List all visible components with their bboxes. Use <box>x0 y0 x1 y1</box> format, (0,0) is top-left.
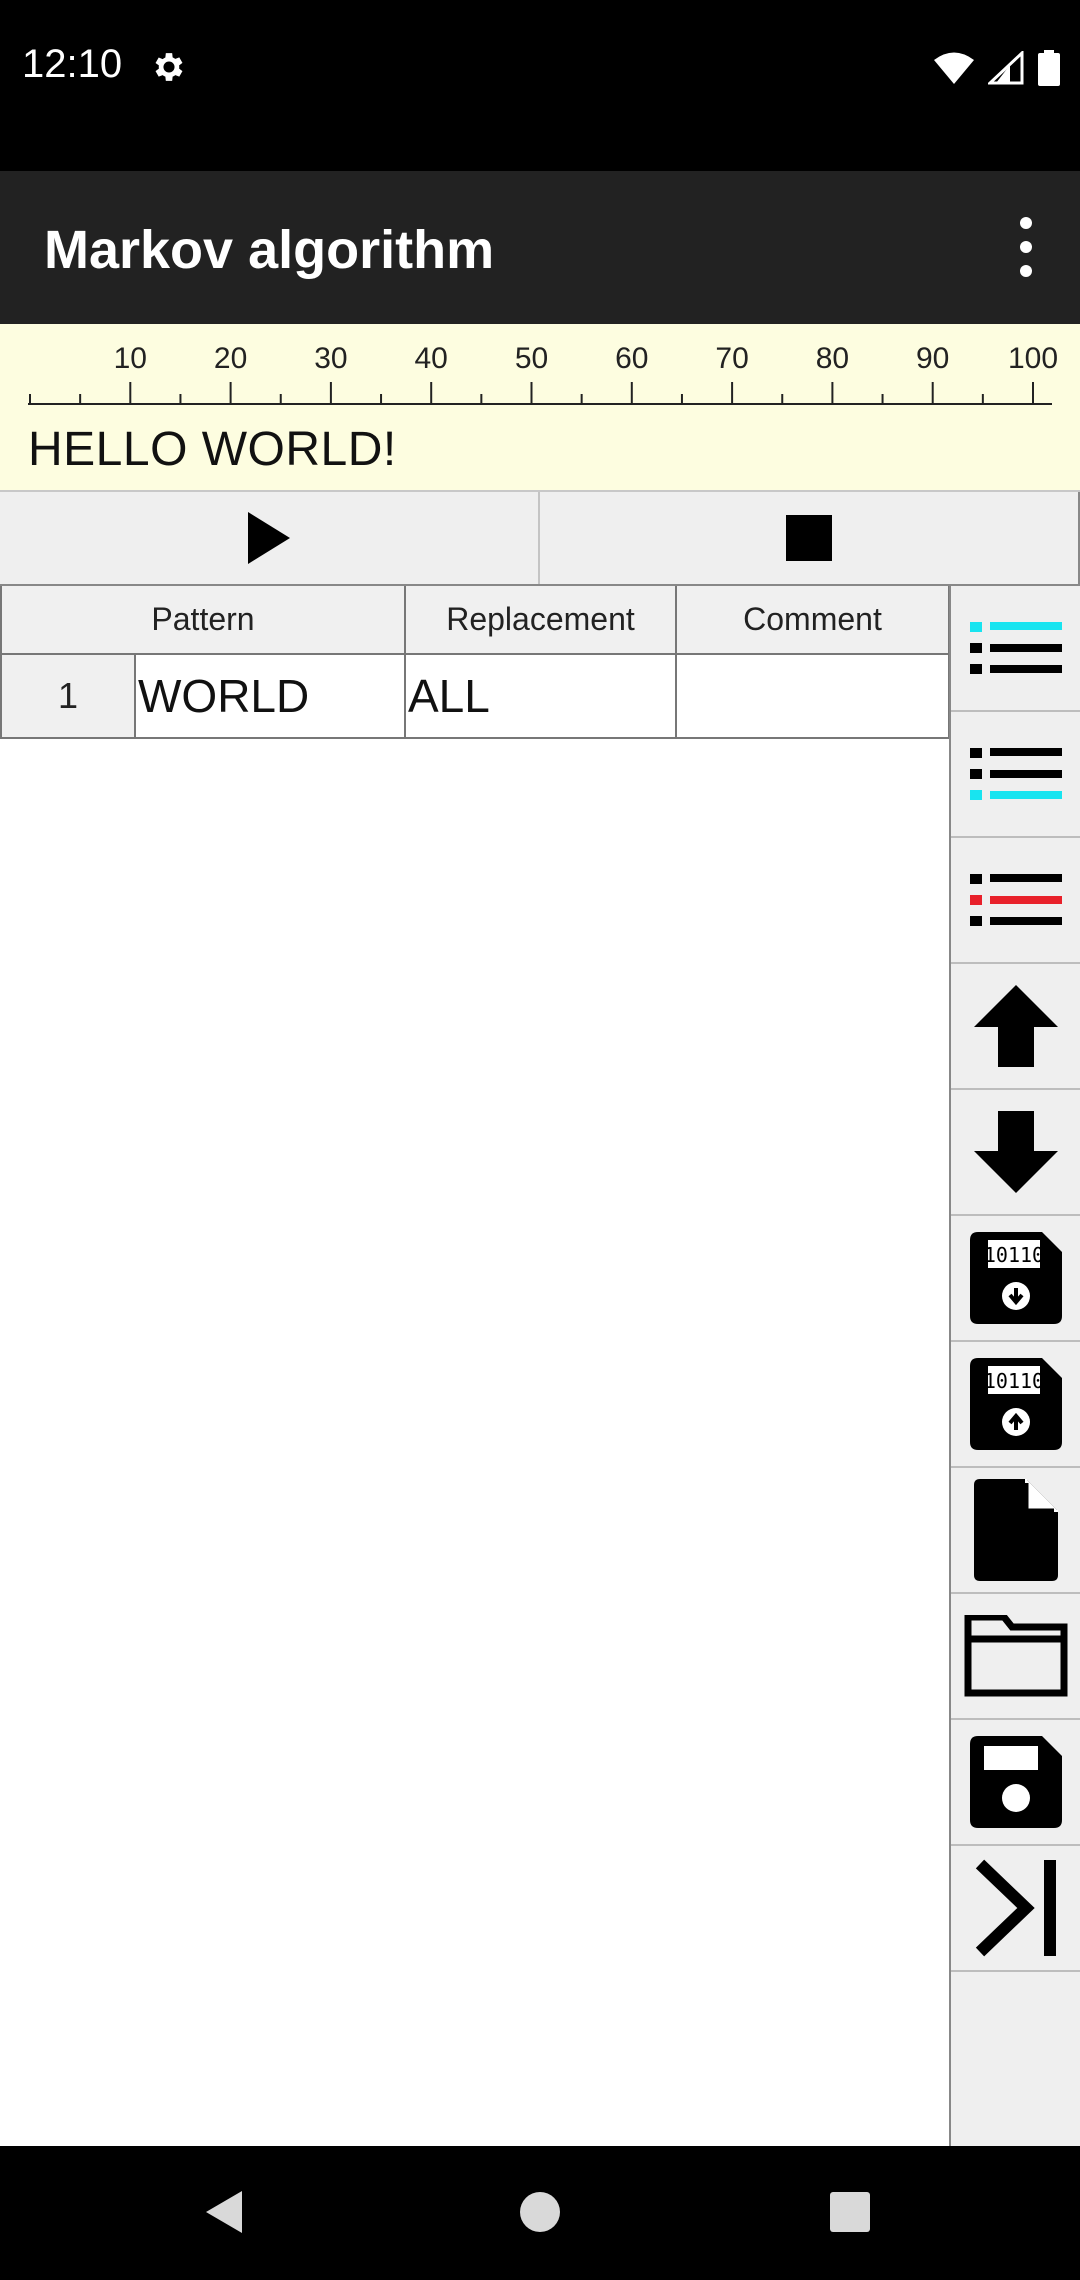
status-bar: 12:10 <box>0 0 1080 171</box>
screen: 12:10 Markov algorithm 10 20 30 40 50 60 70 80 9… <box>0 0 1080 2280</box>
rules-table: Pattern Replacement Comment 1 WORLD ALL <box>0 586 950 739</box>
ruler-label: 70 <box>715 342 748 375</box>
header-replacement: Replacement <box>406 586 677 655</box>
step-button[interactable] <box>951 1846 1080 1972</box>
recents-icon <box>830 2192 870 2232</box>
status-icons <box>934 48 1060 88</box>
status-time: 12:10 <box>22 42 123 86</box>
ruler-label: 10 <box>114 342 147 375</box>
play-icon <box>248 512 290 564</box>
save-icon <box>969 1736 1062 1828</box>
stop-button[interactable] <box>540 492 1080 584</box>
move-down-icon <box>973 1111 1058 1193</box>
table-header: Pattern Replacement Comment <box>0 586 950 655</box>
new-file-button[interactable] <box>951 1468 1080 1594</box>
app-title: Markov algorithm <box>44 220 495 280</box>
more-vert-icon[interactable] <box>1006 217 1046 277</box>
table-row[interactable]: 1 WORLD ALL <box>0 655 950 739</box>
svg-text:10110: 10110 <box>983 1243 1043 1267</box>
move-up-button[interactable] <box>951 964 1080 1090</box>
delete-row-button[interactable] <box>951 838 1080 964</box>
play-button[interactable] <box>0 492 540 584</box>
ruler-label: 80 <box>816 342 849 375</box>
gear-icon <box>155 53 183 81</box>
tape-text: HELLO WORLD! <box>28 423 397 476</box>
navigation-bar <box>0 2146 1080 2280</box>
tape-display: 10 20 30 40 50 60 70 80 90 100 HELLO WORLD! <box>0 324 1080 490</box>
ruler-label: 40 <box>415 342 448 375</box>
insert-row-above-icon <box>969 622 1062 674</box>
comment-cell[interactable] <box>677 655 950 739</box>
header-pattern: Pattern <box>0 586 406 655</box>
back-icon <box>206 2191 242 2233</box>
run-controls <box>0 490 1080 586</box>
open-folder-button[interactable] <box>951 1594 1080 1720</box>
wifi-icon <box>934 52 974 84</box>
import-data-button[interactable]: 10110 <box>951 1216 1080 1342</box>
insert-row-above-button[interactable] <box>951 586 1080 712</box>
import-data-icon: 10110 <box>969 1232 1062 1324</box>
ruler: 10 20 30 40 50 60 70 80 90 100 <box>28 342 1058 405</box>
step-icon <box>975 1859 1056 1957</box>
app-bar: Markov algorithm <box>0 171 1080 324</box>
move-down-button[interactable] <box>951 1090 1080 1216</box>
battery-icon <box>1038 50 1060 86</box>
home-icon <box>520 2192 560 2232</box>
header-comment: Comment <box>677 586 950 655</box>
ruler-label: 30 <box>314 342 347 375</box>
recents-button[interactable] <box>820 2182 880 2242</box>
delete-row-icon <box>969 874 1062 926</box>
ruler-label: 20 <box>214 342 247 375</box>
svg-text:10110: 10110 <box>983 1369 1043 1393</box>
side-toolbar: 10110 10110 <box>949 586 1080 2146</box>
move-up-icon <box>973 985 1058 1067</box>
replacement-cell[interactable]: ALL <box>406 655 677 739</box>
pattern-cell[interactable]: WORLD <box>136 655 406 739</box>
ruler-label: 90 <box>916 342 949 375</box>
back-button[interactable] <box>194 2182 254 2242</box>
ruler-label: 50 <box>515 342 548 375</box>
export-data-button[interactable]: 10110 <box>951 1342 1080 1468</box>
home-button[interactable] <box>510 2182 570 2242</box>
insert-row-below-icon <box>969 748 1062 800</box>
cell-signal-icon <box>988 51 1024 85</box>
row-number[interactable]: 1 <box>0 655 136 739</box>
insert-row-below-button[interactable] <box>951 712 1080 838</box>
save-button[interactable] <box>951 1720 1080 1846</box>
ruler-label: 60 <box>615 342 648 375</box>
ruler-label: 100 <box>1008 342 1058 375</box>
new-file-icon <box>973 1479 1058 1581</box>
open-folder-icon <box>964 1615 1067 1697</box>
export-data-icon: 10110 <box>969 1358 1062 1450</box>
stop-icon <box>786 515 832 561</box>
